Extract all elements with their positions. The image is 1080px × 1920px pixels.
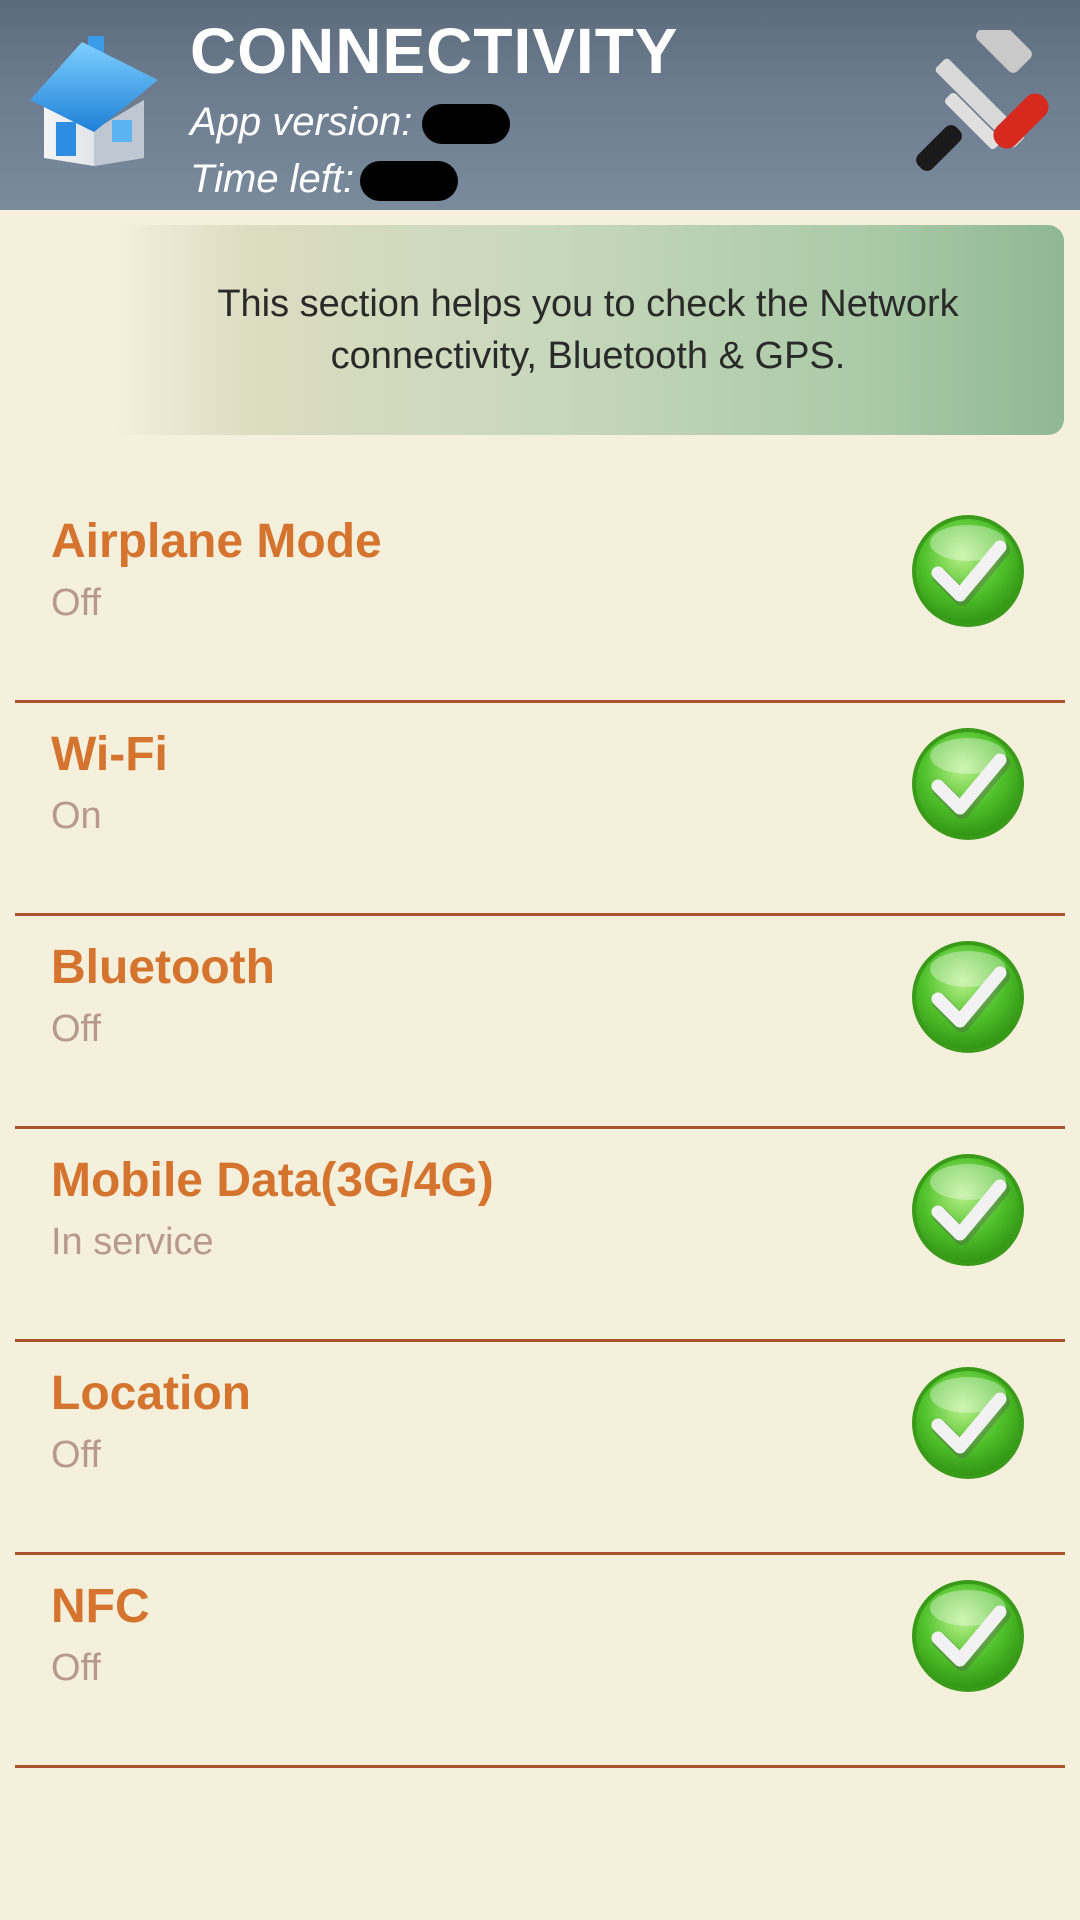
home-icon[interactable] [26, 28, 162, 168]
item-title: NFC [51, 1580, 150, 1633]
item-status: Off [51, 1647, 101, 1689]
redacted-time-left [360, 161, 459, 202]
app-header: CONNECTIVITY App version: Time left: [0, 0, 1080, 210]
tools-icon[interactable] [904, 17, 1054, 180]
check-icon [910, 726, 1026, 842]
list-item-location[interactable]: Location Off [15, 1342, 1065, 1555]
item-status: Off [51, 1434, 101, 1476]
time-left-label: Time left: [190, 157, 355, 201]
list-item-airplane-mode[interactable]: Airplane Mode Off [15, 490, 1065, 703]
info-banner: This section helps you to check the Netw… [112, 225, 1064, 435]
item-title: Bluetooth [51, 941, 275, 994]
list-item-wifi[interactable]: Wi-Fi On [15, 703, 1065, 916]
check-icon [910, 1365, 1026, 1481]
app-version-line: App version: [190, 100, 511, 145]
item-title: Wi-Fi [51, 728, 168, 781]
page-title: CONNECTIVITY [190, 15, 679, 87]
app-version-label: App version: [190, 100, 413, 144]
list-item-bluetooth[interactable]: Bluetooth Off [15, 916, 1065, 1129]
time-left-line: Time left: [190, 157, 459, 202]
check-icon [910, 1578, 1026, 1694]
connectivity-list: Airplane Mode Off Wi-Fi On Bluetooth Off… [15, 490, 1065, 1768]
list-item-nfc[interactable]: NFC Off [15, 1555, 1065, 1768]
redacted-app-version [422, 104, 511, 145]
item-status: On [51, 795, 102, 837]
check-icon [910, 513, 1026, 629]
item-status: In service [51, 1221, 214, 1263]
item-title: Airplane Mode [51, 515, 382, 568]
info-text: This section helps you to check the Netw… [217, 283, 959, 377]
list-item-mobile-data[interactable]: Mobile Data(3G/4G) In service [15, 1129, 1065, 1342]
item-title: Mobile Data(3G/4G) [51, 1154, 494, 1207]
item-title: Location [51, 1367, 251, 1420]
item-status: Off [51, 1008, 101, 1050]
check-icon [910, 1152, 1026, 1268]
check-icon [910, 939, 1026, 1055]
item-status: Off [51, 582, 101, 624]
